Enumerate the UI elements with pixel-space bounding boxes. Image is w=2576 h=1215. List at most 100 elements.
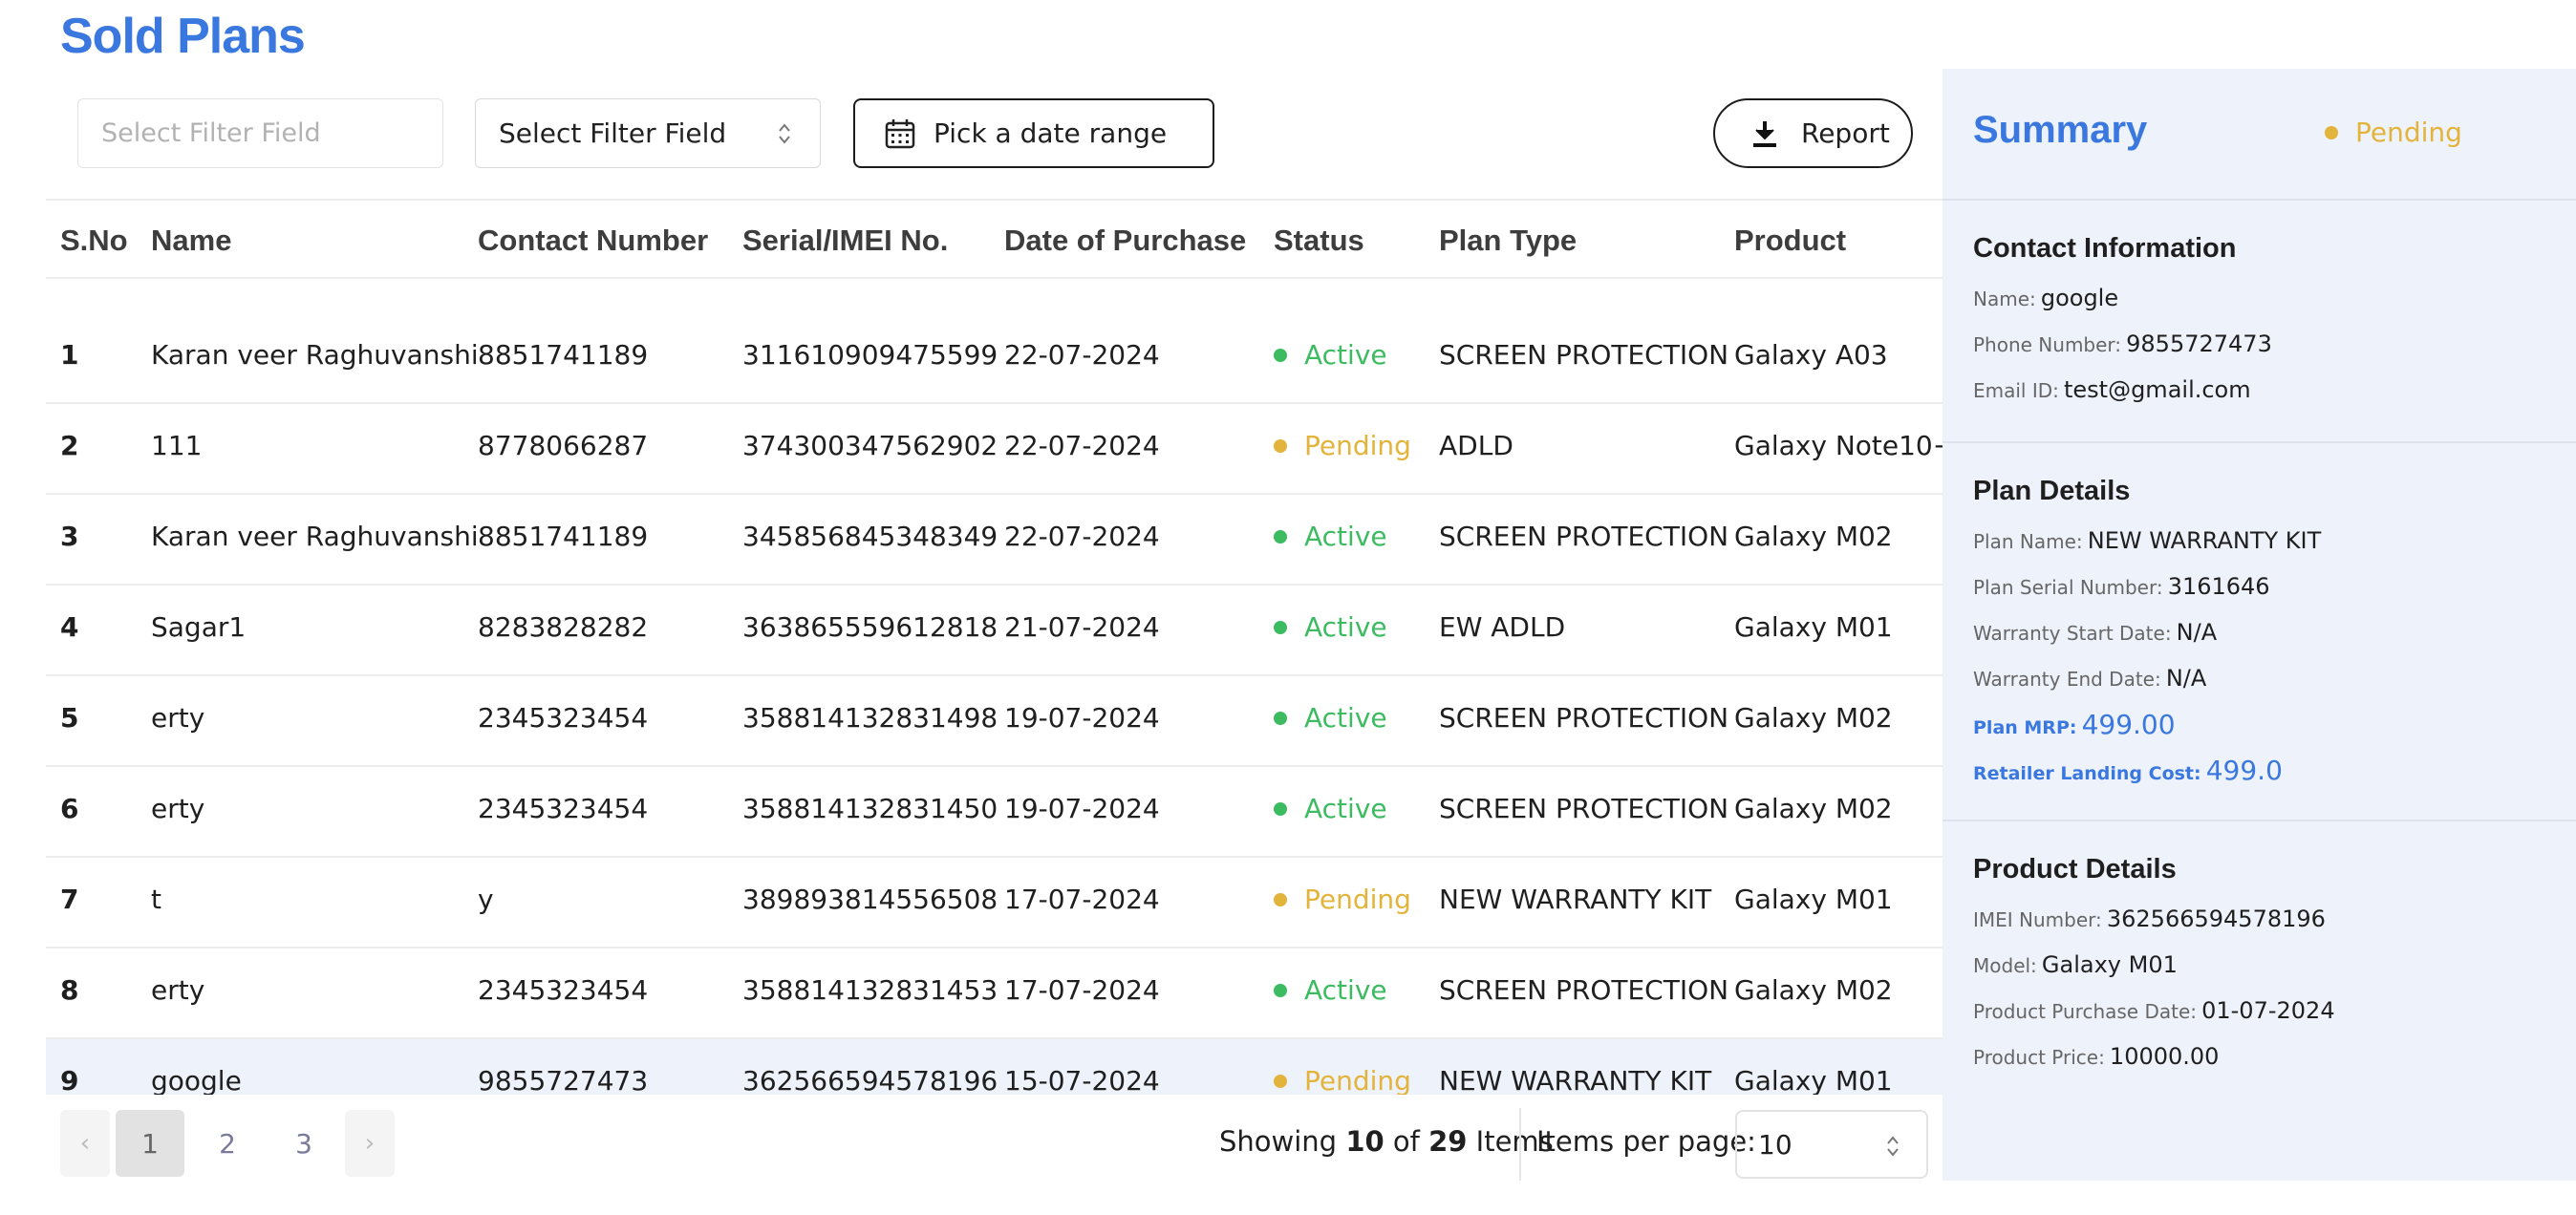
- table-row[interactable]: 7 t y 389893814556508 17-07-2024 Pending NEW W…: [46, 858, 1943, 949]
- cell-plan: SCREEN PROTECTION: [1439, 793, 1729, 824]
- status-badge: Active: [1274, 974, 1387, 1006]
- cell-name: Sagar1: [151, 611, 247, 643]
- status-dot-icon: [1274, 983, 1287, 997]
- page-button-3[interactable]: 3: [285, 1110, 323, 1177]
- cell-name: erty: [151, 974, 205, 1006]
- cell-plan: NEW WARRANTY KIT: [1439, 1065, 1712, 1095]
- retailer-landing-cost: Retailer Landing Cost: 499.0: [1973, 755, 2283, 786]
- status-label: Active: [1304, 339, 1387, 371]
- column-header-sno[interactable]: S.No: [60, 224, 128, 258]
- summary-title: Summary: [1973, 109, 2148, 151]
- contact-phone-value: 9855727473: [2126, 330, 2272, 357]
- items-per-page-label: Items per page:: [1536, 1125, 1756, 1158]
- column-header-serial[interactable]: Serial/IMEI No.: [742, 224, 948, 258]
- table-row[interactable]: 6 erty 2345323454 358814132831450 19-07-2024…: [46, 767, 1943, 858]
- cell-name: erty: [151, 793, 205, 824]
- product-imei-label: IMEI Number:: [1973, 908, 2102, 931]
- product-price-value: 10000.00: [2109, 1043, 2220, 1070]
- retailer-landing-label: Retailer Landing Cost:: [1973, 763, 2201, 784]
- column-header-date[interactable]: Date of Purchase: [1004, 224, 1246, 258]
- column-header-plan-type[interactable]: Plan Type: [1439, 224, 1577, 258]
- cell-serial: 389893814556508: [742, 884, 998, 915]
- table-row[interactable]: 4 Sagar1 8283828282 363865559612818 21-07-20…: [46, 586, 1943, 676]
- table-row[interactable]: 1 Karan veer Raghuvanshi 8851741189 3116109…: [46, 313, 1943, 404]
- next-page-button[interactable]: ›: [345, 1110, 395, 1177]
- status-dot-icon: [1274, 1074, 1287, 1088]
- filter-field-select[interactable]: Select Filter Field: [475, 98, 821, 168]
- status-badge: Active: [1274, 339, 1387, 371]
- status-dot-icon: [1274, 801, 1287, 816]
- table-row[interactable]: 8 erty 2345323454 358814132831453 17-07-2024…: [46, 949, 1943, 1039]
- status-dot-icon: [1274, 892, 1287, 906]
- cell-sno: 6: [60, 793, 79, 824]
- cell-name: t: [151, 884, 161, 915]
- status-label: Active: [1304, 611, 1387, 643]
- cell-plan: SCREEN PROTECTION: [1439, 974, 1729, 1006]
- cell-serial: 311610909475599: [742, 339, 998, 371]
- retailer-landing-value: 499.0: [2205, 755, 2283, 786]
- date-range-button[interactable]: Pick a date range: [853, 98, 1214, 168]
- cell-product: Galaxy M02: [1734, 793, 1893, 824]
- status-label: Pending: [1304, 884, 1411, 915]
- pagination-bar: ‹ 1 2 3 › Showing 10 of 29 Items Items p…: [46, 1095, 1943, 1190]
- cell-contact: 2345323454: [478, 974, 649, 1006]
- sort-caret-icon: [779, 123, 790, 144]
- showing-total: 29: [1428, 1125, 1468, 1158]
- sold-plans-table: S.No Name Contact Number Serial/IMEI No.…: [46, 199, 1943, 1095]
- cell-name: Karan veer Raghuvanshi: [151, 339, 479, 371]
- status-dot-icon: [1274, 438, 1287, 453]
- status-badge: Active: [1274, 793, 1387, 824]
- status-badge: Pending: [1274, 430, 1411, 461]
- report-button[interactable]: Report: [1713, 98, 1913, 168]
- table-row[interactable]: 2 111 8778066287 374300347562902 22-07-2024 P…: [46, 404, 1943, 495]
- cell-plan: EW ADLD: [1439, 611, 1566, 643]
- product-model-value: Galaxy M01: [2041, 951, 2178, 978]
- cell-plan: ADLD: [1439, 430, 1513, 461]
- cell-product: Galaxy M02: [1734, 702, 1893, 734]
- cell-name: 111: [151, 430, 203, 461]
- contact-phone: Phone Number: 9855727473: [1973, 330, 2272, 357]
- table-row[interactable]: 3 Karan veer Raghuvanshi 8851741189 3458568…: [46, 495, 1943, 586]
- table-row[interactable]: 5 erty 2345323454 358814132831498 19-07-2024…: [46, 676, 1943, 767]
- cell-sno: 2: [60, 430, 79, 461]
- column-header-product[interactable]: Product: [1734, 224, 1846, 258]
- warranty-start-label: Warranty Start Date:: [1973, 622, 2172, 645]
- table-row[interactable]: 9 google 9855727473 362566594578196 15-07-20…: [46, 1039, 1943, 1095]
- contact-email-label: Email ID:: [1973, 379, 2059, 402]
- column-header-status[interactable]: Status: [1274, 224, 1364, 258]
- column-header-name[interactable]: Name: [151, 224, 231, 258]
- product-purchase-date: Product Purchase Date: 01-07-2024: [1973, 997, 2335, 1024]
- cell-date: 21-07-2024: [1004, 611, 1160, 643]
- page-button-2[interactable]: 2: [208, 1110, 247, 1177]
- plan-mrp-label: Plan MRP:: [1973, 717, 2077, 738]
- contact-information-title: Contact Information: [1973, 233, 2237, 264]
- plan-name-label: Plan Name:: [1973, 530, 2083, 553]
- cell-name: erty: [151, 702, 205, 734]
- prev-page-button[interactable]: ‹: [60, 1110, 110, 1177]
- status-badge: Active: [1274, 521, 1387, 552]
- status-dot-icon: [1274, 711, 1287, 725]
- status-label: Active: [1304, 793, 1387, 824]
- cell-contact: 8851741189: [478, 521, 649, 552]
- status-dot-icon: [1274, 348, 1287, 362]
- column-header-contact[interactable]: Contact Number: [478, 224, 708, 258]
- plan-serial-label: Plan Serial Number:: [1973, 576, 2163, 599]
- cell-serial: 358814132831453: [742, 974, 998, 1006]
- items-per-page-select[interactable]: 10: [1735, 1110, 1928, 1179]
- page-button-1[interactable]: 1: [116, 1110, 184, 1177]
- contact-information-section: Contact Information Name: google Phone N…: [1943, 201, 2576, 443]
- cell-contact: 2345323454: [478, 702, 649, 734]
- filter-text-input[interactable]: [77, 98, 443, 168]
- product-model: Model: Galaxy M01: [1973, 951, 2178, 978]
- status-dot-icon: [2325, 125, 2338, 139]
- cell-contact: 9855727473: [478, 1065, 649, 1095]
- cell-plan: SCREEN PROTECTION: [1439, 521, 1729, 552]
- cell-sno: 9: [60, 1065, 79, 1095]
- status-dot-icon: [1274, 529, 1287, 544]
- cell-contact: 8778066287: [478, 430, 649, 461]
- cell-product: Galaxy M02: [1734, 974, 1893, 1006]
- warranty-start-value: N/A: [2176, 619, 2218, 646]
- cell-date: 22-07-2024: [1004, 430, 1160, 461]
- cell-serial: 363865559612818: [742, 611, 998, 643]
- warranty-end-label: Warranty End Date:: [1973, 668, 2161, 691]
